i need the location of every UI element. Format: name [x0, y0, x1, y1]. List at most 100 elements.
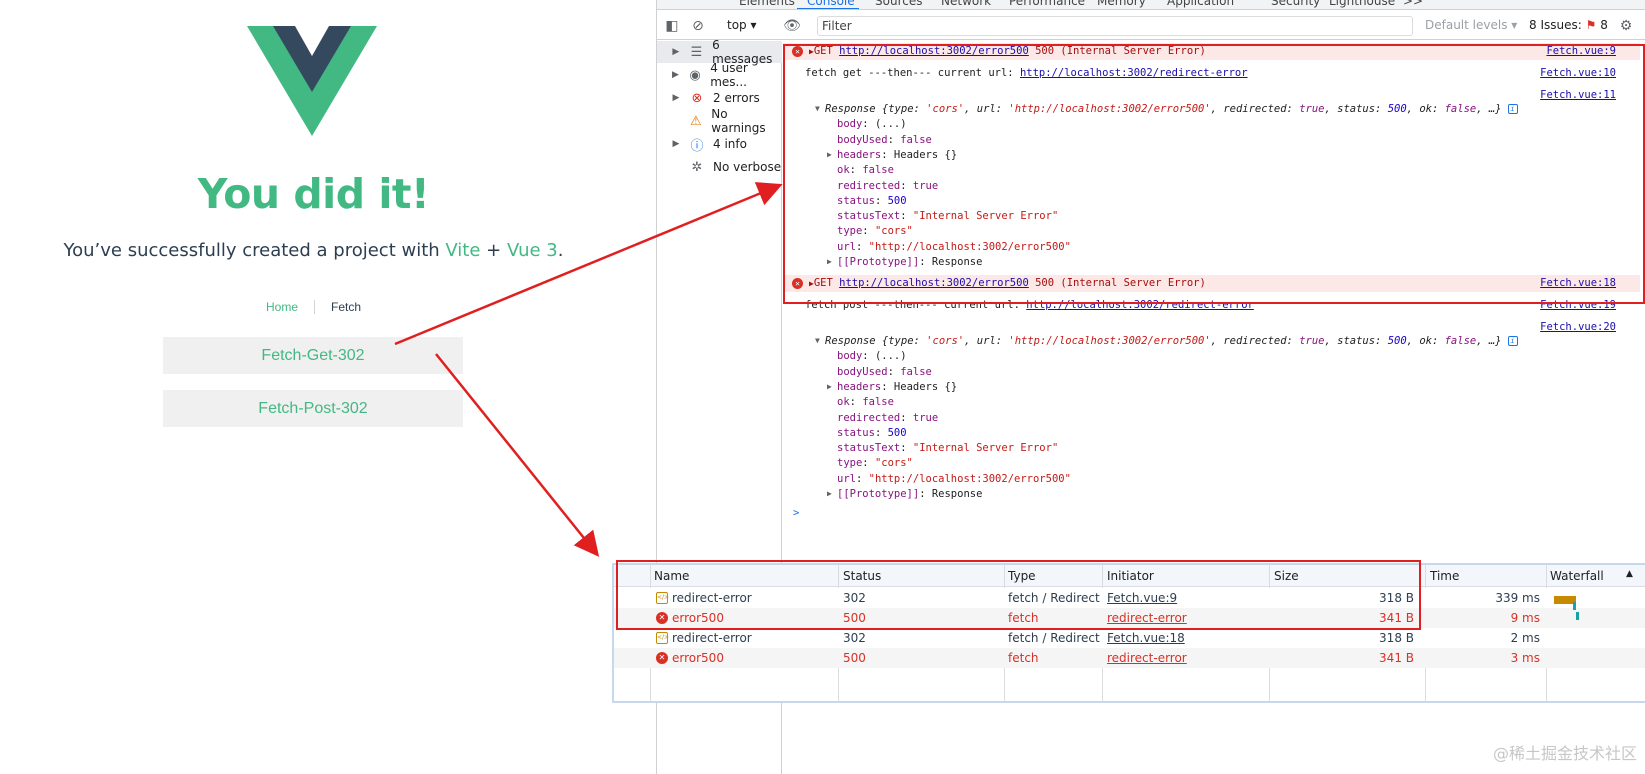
eye-icon[interactable]: 👁 [783, 17, 801, 35]
sidebar-item-errors[interactable]: ▶ ⊗ 2 errors [657, 87, 782, 109]
property-key: status [837, 194, 875, 207]
log-levels-select[interactable]: Default levels ▾ [1425, 18, 1517, 32]
console-error-row[interactable]: ✕ ▶GET http://localhost:3002/error500 50… [783, 43, 1640, 60]
request-initiator-link[interactable]: Fetch.vue:18 [1107, 631, 1185, 645]
request-initiator-link[interactable]: redirect-error [1107, 611, 1187, 625]
source-link[interactable]: Fetch.vue:10 [1540, 67, 1616, 79]
tab-security[interactable]: Security [1271, 0, 1320, 8]
property-key: body [837, 118, 863, 131]
request-time: 9 ms [1510, 611, 1540, 625]
property-key: type [837, 457, 863, 470]
source-link[interactable]: Fetch.vue:19 [1540, 299, 1616, 311]
tab-application[interactable]: Application [1167, 0, 1234, 8]
issues-label: 8 Issues: [1529, 18, 1582, 32]
prompt-chevron-icon: > [793, 507, 800, 519]
issues-button[interactable]: 8 Issues: ⚑ 8 [1529, 18, 1608, 32]
property-value: Response [931, 488, 983, 500]
tab-lighthouse[interactable]: Lighthouse [1329, 0, 1395, 8]
tab-memory[interactable]: Memory [1097, 0, 1146, 8]
network-row[interactable]: ✕ error500 500 fetch redirect-error 341 B 9 ms [614, 608, 1645, 628]
vue-link[interactable]: Vue 3 [507, 240, 558, 261]
key: , ok: [1406, 103, 1445, 115]
nav-home-link[interactable]: Home [250, 300, 315, 314]
tab-more[interactable]: >> [1403, 0, 1423, 8]
network-row[interactable]: ✕ error500 500 fetch redirect-error 341 B 3 ms [614, 648, 1645, 668]
fetch-icon: </> [656, 592, 669, 604]
sidebar-item-warnings[interactable]: ⚠ No warnings [657, 107, 782, 135]
property-key: statusText [837, 442, 901, 455]
request-type: fetch / Redirect [1008, 631, 1100, 645]
request-time: 2 ms [1510, 631, 1540, 645]
key: , url: [964, 103, 1009, 115]
fetch-post-302-button[interactable]: Fetch-Post-302 [163, 390, 463, 427]
brace: , …} [1476, 103, 1502, 115]
clear-console-icon[interactable]: ⊘ [689, 17, 707, 35]
key: , url: [964, 335, 1009, 347]
console-toolbar: ◧ ⊘ top ▾ 👁 Default levels ▾ 8 Issues: ⚑… [657, 12, 1645, 40]
request-name[interactable]: redirect-error [672, 631, 752, 645]
response-label: Response [825, 103, 876, 115]
sidebar-toggle-icon[interactable]: ◧ [663, 17, 681, 35]
sidebar-item-label: 2 errors [713, 91, 760, 105]
col-header-waterfall[interactable]: Waterfall [1550, 569, 1604, 583]
info-icon[interactable]: i [1507, 336, 1518, 346]
sidebar-item-verbose[interactable]: ✲ No verbose [657, 156, 782, 178]
nav-fetch-link[interactable]: Fetch [315, 300, 377, 314]
tab-performance[interactable]: Performance [1009, 0, 1085, 8]
col-header-name[interactable]: Name [654, 569, 689, 583]
gear-icon[interactable]: ⚙ [1617, 17, 1635, 35]
error-icon: ✕ [656, 612, 668, 624]
request-name[interactable]: redirect-error [672, 591, 752, 605]
info-icon[interactable]: i [1507, 104, 1518, 114]
vue-logo [247, 26, 377, 136]
console-error-row[interactable]: ✕ ▶GET http://localhost:3002/error500 50… [783, 275, 1640, 292]
property-value: "cors" [874, 225, 913, 238]
tab-console[interactable]: Console [807, 0, 855, 8]
sidebar-item-messages[interactable]: ▶ ☰ 6 messages [657, 38, 782, 66]
tab-network[interactable]: Network [941, 0, 991, 8]
error-url-link[interactable]: http://localhost:3002/error500 [839, 45, 1029, 57]
error-url-link[interactable]: http://localhost:3002/error500 [839, 277, 1029, 289]
request-initiator-link[interactable]: redirect-error [1107, 651, 1187, 665]
property-value: false [900, 365, 932, 378]
context-select[interactable]: top ▾ [727, 18, 757, 32]
col-header-time[interactable]: Time [1430, 569, 1459, 583]
source-link[interactable]: Fetch.vue:20 [1540, 321, 1616, 333]
property-key: bodyUsed [837, 365, 888, 378]
source-link[interactable]: Fetch.vue:9 [1546, 45, 1616, 57]
response-property-row[interactable]: ▶ [[Prototype]]: Response [783, 254, 1640, 271]
active-tab-indicator [797, 8, 859, 9]
tab-sources[interactable]: Sources [875, 0, 922, 8]
subtitle-suffix: . [557, 240, 564, 261]
fetch-get-302-button[interactable]: Fetch-Get-302 [163, 337, 463, 374]
network-row[interactable]: </> redirect-error 302 fetch / Redirect Fetc… [614, 588, 1645, 608]
request-type: fetch / Redirect [1008, 591, 1100, 605]
expand-triangle-icon: ▶ [827, 149, 832, 159]
hero-title: You did it! [197, 170, 430, 218]
vite-link[interactable]: Vite [445, 240, 480, 261]
col-header-initiator[interactable]: Initiator [1107, 569, 1154, 583]
network-row[interactable]: </> redirect-error 302 fetch / Redirect Fetc… [614, 628, 1645, 648]
error-status: 500 (Internal Server Error) [1035, 45, 1206, 57]
request-name[interactable]: error500 [672, 651, 724, 665]
sidebar-item-info[interactable]: ▶ ⓘ 4 info [657, 133, 782, 155]
expand-triangle-icon: ▶ [827, 381, 832, 391]
request-name[interactable]: error500 [672, 611, 724, 625]
col-header-type[interactable]: Type [1008, 569, 1036, 583]
source-link[interactable]: Fetch.vue:11 [1540, 89, 1616, 101]
property-key: headers [837, 380, 882, 393]
col-header-status[interactable]: Status [843, 569, 881, 583]
tab-elements[interactable]: Elements [739, 0, 795, 8]
col-header-size[interactable]: Size [1274, 569, 1299, 583]
log-text: fetch get ---then--- current url: [805, 67, 1014, 79]
brace: , …} [1476, 335, 1502, 347]
console-prompt[interactable]: > [783, 505, 1640, 522]
redirect-url-link[interactable]: http://localhost:3002/redirect-error [1026, 299, 1254, 311]
source-link[interactable]: Fetch.vue:18 [1540, 277, 1616, 289]
redirect-url-link[interactable]: http://localhost:3002/redirect-error [1020, 67, 1248, 79]
request-initiator-link[interactable]: Fetch.vue:9 [1107, 591, 1177, 605]
request-size: 318 B [1379, 631, 1414, 645]
response-property-row[interactable]: ▶ [[Prototype]]: Response [783, 486, 1640, 503]
filter-input[interactable] [817, 16, 1413, 36]
sidebar-item-user-messages[interactable]: ▶ ◉ 4 user mes... [657, 61, 782, 89]
